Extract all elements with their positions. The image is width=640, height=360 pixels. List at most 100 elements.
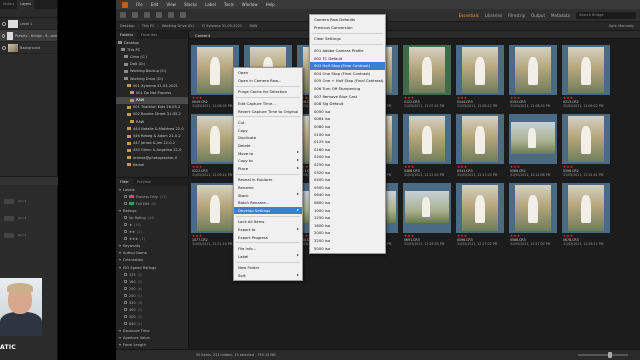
submenu-item[interactable]: 0500 iso xyxy=(310,183,385,191)
filter-section[interactable]: Aperture Value xyxy=(116,334,188,341)
folder-tree-item[interactable]: 001 Xylorma 31-05-2021 xyxy=(116,82,188,89)
thumbnail[interactable]: ★★★ 0222.CR3 31/05/2021, 12:09:14 PM xyxy=(191,114,239,179)
folder-tree-item[interactable]: 444 Natalie & Matthew 22-0 xyxy=(116,125,188,132)
submenu-item[interactable]: 0080 iso xyxy=(310,123,385,131)
context-menu-item[interactable]: Copy to xyxy=(234,157,302,165)
forward-icon[interactable] xyxy=(132,12,138,18)
context-menu-item[interactable]: Stack xyxy=(234,191,302,199)
thumbnail[interactable]: ★★★ 0543.CR3 31/05/2021, 12:13:20 PM xyxy=(456,114,504,179)
context-menu-item[interactable]: Sort xyxy=(234,272,302,280)
filter-row-iso[interactable]: 500 (5) xyxy=(116,313,188,320)
submenu-item[interactable]: 005 One + Half Stop (Final Contrast) xyxy=(310,77,385,85)
filter-section[interactable]: Focal Length xyxy=(116,342,188,349)
filter-section[interactable]: Keywords xyxy=(116,242,188,249)
content-tab[interactable]: Content xyxy=(189,31,640,39)
submenu-item[interactable]: 1000 iso xyxy=(310,206,385,214)
menu-help[interactable]: Help xyxy=(266,2,275,7)
folder-tree-item[interactable]: RAW xyxy=(116,118,188,125)
sort-dropdown[interactable]: Sort: Manually xyxy=(609,24,640,28)
submenu-item[interactable]: 3200 iso xyxy=(310,237,385,245)
filter-section[interactable]: Orientation xyxy=(116,257,188,264)
context-menu-item[interactable]: Reveal in Explorer xyxy=(234,176,302,184)
disclosure-triangle-icon[interactable] xyxy=(119,259,121,262)
context-menu-item[interactable]: Edit Capture Time... xyxy=(234,100,302,108)
ps-swatch[interactable] xyxy=(4,216,14,221)
folder-tree-item[interactable]: This PC xyxy=(116,46,188,53)
filter-row-iso[interactable]: 640 (1) xyxy=(116,320,188,327)
checkbox[interactable] xyxy=(124,230,127,234)
workspace-output[interactable]: Output xyxy=(531,13,545,18)
submenu-item[interactable]: 001 Adobe Camera Profile xyxy=(310,47,385,55)
thumbnail-size-slider[interactable] xyxy=(578,352,628,358)
filter-section[interactable]: ISO Speed Ratings xyxy=(116,264,188,271)
context-menu-item[interactable]: Cut xyxy=(234,119,302,127)
tab-folders[interactable]: Folders xyxy=(116,31,137,39)
disclosure-triangle-icon[interactable] xyxy=(119,336,121,339)
filter-row-rating[interactable]: ★★★ (1) xyxy=(116,235,188,242)
disclosure-triangle-icon[interactable] xyxy=(119,188,121,191)
submenu-item[interactable]: 0250 iso xyxy=(310,161,385,169)
filter-section-ratings[interactable]: Ratings xyxy=(116,207,188,214)
thumbnail[interactable]: ★★★ 0152.CR3 31/05/2021, 12:08:30 PM xyxy=(509,45,557,110)
folder-tree-item[interactable]: 002 Bourke Street 31-05-2 xyxy=(116,111,188,118)
disclosure-triangle-icon[interactable] xyxy=(119,252,121,255)
filter-row-iso[interactable]: 320 (3) xyxy=(116,299,188,306)
filter-section-labels[interactable]: Labels xyxy=(116,186,188,193)
thumbnail[interactable]: ★★★ 0596.CR2 31/05/2021, 12:14:41 PM xyxy=(562,114,610,179)
refine-icon[interactable] xyxy=(168,12,174,18)
disclosure-triangle-icon[interactable] xyxy=(119,344,121,347)
checkbox[interactable] xyxy=(124,195,127,199)
context-menu-item[interactable]: Open xyxy=(234,69,302,77)
thumbnail[interactable]: ★★★ 0488.CR3 31/05/2021, 12:12:04 PM xyxy=(403,114,451,179)
thumbnail[interactable]: ★★★ 0586.CR2 31/05/2021, 12:14:08 PM xyxy=(509,114,557,179)
thumbnail[interactable]: ★★★ 0678.CR3 31/05/2021, 12:28:11 PM xyxy=(562,183,610,248)
checkbox[interactable] xyxy=(124,294,127,298)
submenu-item[interactable]: Clear Settings xyxy=(310,35,385,43)
submenu-item[interactable]: Camera Raw Defaults xyxy=(310,16,385,24)
checkbox[interactable] xyxy=(124,301,127,305)
workspace-metadata[interactable]: Metadata xyxy=(551,13,570,18)
thumbnail[interactable]: ★★★ 0213.CR2 31/05/2021, 12:09:02 PM xyxy=(562,45,610,110)
checkbox[interactable] xyxy=(124,287,127,291)
context-menu-item[interactable]: Copy xyxy=(234,127,302,135)
menu-window[interactable]: Window xyxy=(242,2,258,7)
filter-section[interactable]: Author Name xyxy=(116,250,188,257)
checkbox[interactable] xyxy=(124,322,127,326)
filter-row-iso[interactable]: 160 (2) xyxy=(116,278,188,285)
thumbnail[interactable]: ★★★ 0691.CR3 31/05/2021, 12:26:35 PM xyxy=(403,183,451,248)
tab-layers[interactable]: Layers xyxy=(17,0,34,9)
submenu-item[interactable]: 0320 iso xyxy=(310,168,385,176)
submenu-item[interactable]: 0050 iso xyxy=(310,108,385,116)
workspace-essentials[interactable]: Essentials xyxy=(459,13,479,18)
context-menu-item[interactable]: Open in Camera Raw... xyxy=(234,77,302,85)
folder-tree-item[interactable]: anthea@photographer-0 xyxy=(116,154,188,161)
checkbox[interactable] xyxy=(124,202,127,206)
context-menu-item[interactable]: Export Progress xyxy=(234,233,302,241)
checkbox[interactable] xyxy=(124,237,127,241)
workspace-libraries[interactable]: Libraries xyxy=(485,13,502,18)
submenu-item[interactable]: 1600 iso xyxy=(310,221,385,229)
slider-handle[interactable] xyxy=(608,352,612,358)
submenu-item[interactable]: Previous Conversion xyxy=(310,24,385,32)
submenu-item[interactable]: 0064 iso xyxy=(310,115,385,123)
folder-tree-item[interactable]: 450 Glenn & Angelika 22-0 xyxy=(116,147,188,154)
breadcrumb-item[interactable]: RAW xyxy=(249,24,257,28)
folder-tree-item[interactable]: Working Backup (E:) xyxy=(116,68,188,75)
menu-edit[interactable]: Edit xyxy=(151,2,159,7)
submenu-item[interactable]: 0400 iso xyxy=(310,176,385,184)
folder-tree-item[interactable]: 001 Do Not Process xyxy=(116,89,188,96)
context-menu-item[interactable]: Export to xyxy=(234,226,302,234)
checkbox[interactable] xyxy=(124,223,127,227)
eye-icon[interactable] xyxy=(2,45,6,50)
tab-preview[interactable]: Preview xyxy=(133,178,155,186)
ps-swatch[interactable] xyxy=(4,233,14,238)
folder-tree-item[interactable]: RAW xyxy=(116,96,188,104)
submenu-item[interactable]: 0160 iso xyxy=(310,146,385,154)
context-menu-item[interactable]: Move to xyxy=(234,149,302,157)
context-menu-item[interactable]: File Info... xyxy=(234,245,302,253)
folder-tree-item[interactable]: Working Drive (D:) xyxy=(116,75,188,82)
thumbnail[interactable]: ★★★ 0144.CR3 31/05/2021, 12:08:12 PM xyxy=(456,45,504,110)
tab-favorites[interactable]: Favorites xyxy=(137,31,161,39)
folder-tree-item[interactable]: Kamel xyxy=(116,161,188,168)
breadcrumb-item[interactable]: FJ Xylorma 31-05-2021 xyxy=(202,24,242,28)
